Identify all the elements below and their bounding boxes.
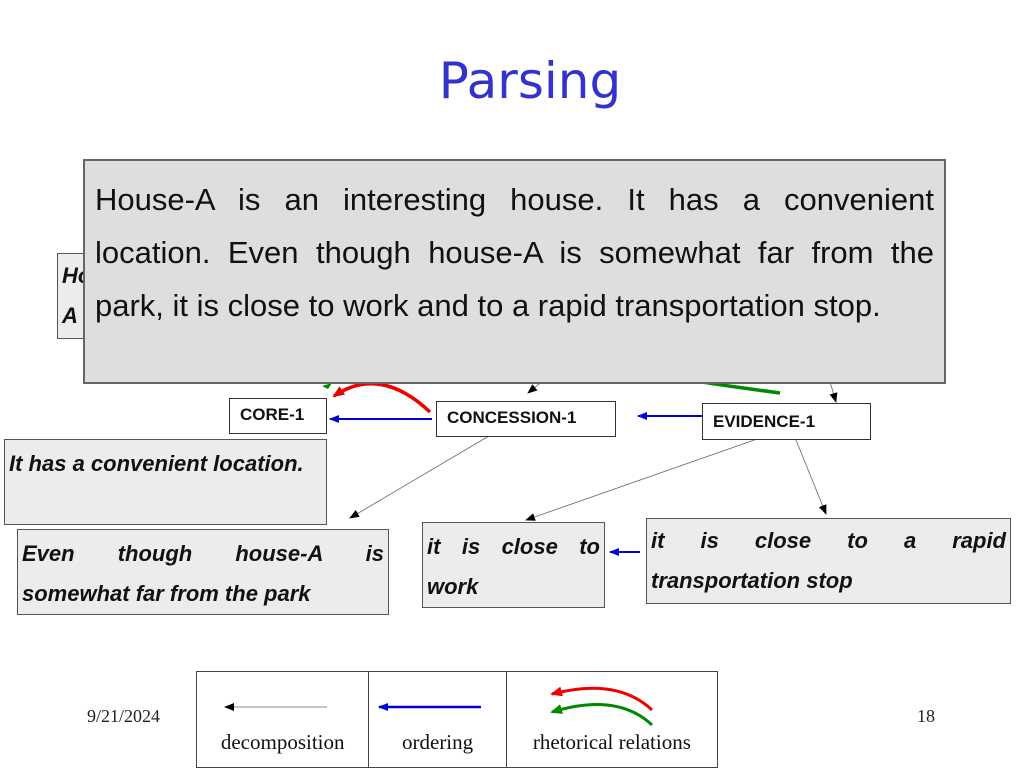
rhetorical-arrow-red	[332, 382, 432, 414]
leaf-convenient-location: It has a convenient location.	[4, 439, 327, 525]
legend-label-rhetorical: rhetorical relations	[532, 730, 691, 754]
slide-date: 9/21/2024	[87, 706, 161, 726]
decomposition-arrow	[525, 437, 761, 521]
node-evidence-1: EVIDENCE-1	[702, 403, 871, 440]
diagram-arrows	[322, 374, 838, 556]
node-core-1: CORE-1	[229, 398, 327, 434]
legend: decomposition ordering rhetorical relati…	[196, 671, 718, 768]
legend-item-ordering: ordering	[369, 672, 507, 767]
decomposition-arrow	[349, 432, 495, 519]
leaf-even-though: Even though house-A is somewhat far from…	[17, 529, 389, 615]
legend-label-ordering: ordering	[402, 730, 474, 754]
decomposition-arrow	[795, 439, 827, 515]
leaf-close-to-transport: it is close to a rapid transportation st…	[646, 518, 1011, 604]
node-concession-1: CONCESSION-1	[436, 401, 616, 437]
source-text-overlay: House-A is an interesting house. It has …	[83, 159, 946, 384]
slide-page-number: 18	[917, 706, 935, 726]
rhetorical-legend-green-arrow-icon	[549, 702, 653, 727]
legend-label-decomposition: decomposition	[220, 730, 345, 754]
leaf-close-to-work: it is close to work	[422, 522, 605, 608]
legend-item-decomposition: decomposition	[197, 672, 370, 767]
legend-item-rhetorical: rhetorical relations	[507, 672, 717, 767]
